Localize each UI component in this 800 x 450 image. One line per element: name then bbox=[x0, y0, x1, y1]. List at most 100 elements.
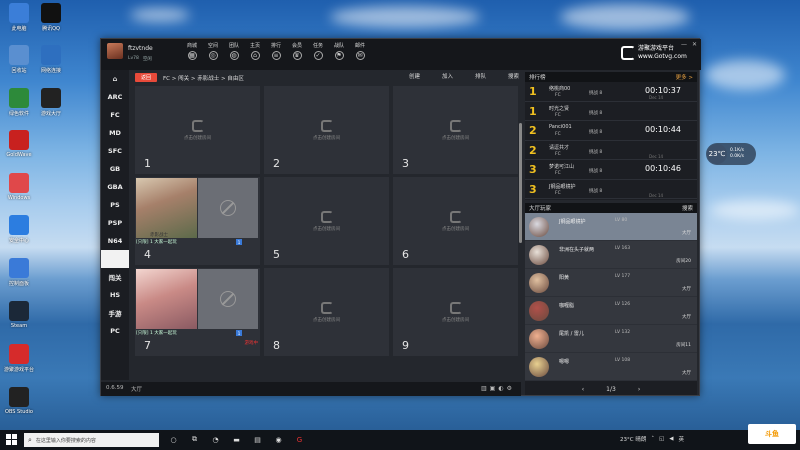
empty-seat[interactable] bbox=[198, 178, 258, 238]
edge-icon[interactable]: ◔ bbox=[210, 434, 221, 445]
platform-item[interactable]: PC bbox=[101, 322, 129, 340]
store-icon[interactable]: ▤ bbox=[252, 434, 263, 445]
chart-icon[interactable]: ▥ bbox=[481, 385, 487, 392]
empty-seat[interactable] bbox=[198, 269, 258, 329]
nav-item-1[interactable]: 空间 ◎ bbox=[204, 42, 222, 60]
ranking-row[interactable]: 3 J钢品眼镜护 FC 挑战 8 Dec 14 bbox=[525, 180, 697, 199]
chevron-up-icon[interactable]: ˄ bbox=[651, 436, 654, 442]
platform-item[interactable]: N64 bbox=[101, 232, 129, 250]
platform-item[interactable]: PSP bbox=[101, 214, 129, 232]
ranking-more-link[interactable]: 更多 > bbox=[676, 73, 693, 81]
settings-icon[interactable]: ⚙ bbox=[507, 385, 512, 392]
weather-status[interactable]: 23°C 晴朗 bbox=[620, 435, 646, 443]
room-slot[interactable]: 赤影战士 [只限] 1 大家一起玩 1 4 bbox=[135, 177, 260, 265]
ranking-row[interactable]: 1 时光之贤 FC 挑战 8 bbox=[525, 102, 697, 121]
cortana-icon[interactable]: ○ bbox=[168, 434, 179, 445]
platform-item[interactable]: GBA bbox=[101, 178, 129, 196]
lobby-player-row[interactable]: 咖喱脂 LV 126 大厅 bbox=[525, 297, 697, 325]
nav-item-2[interactable]: 团队 ◍ bbox=[225, 42, 243, 60]
action-button[interactable]: 搜索 bbox=[508, 72, 519, 80]
action-button[interactable]: 加入 bbox=[442, 72, 453, 80]
minimize-icon[interactable]: — bbox=[681, 41, 687, 48]
close-icon[interactable]: ✕ bbox=[692, 41, 697, 48]
desktop-icon[interactable]: GoldWave bbox=[2, 130, 36, 158]
room-slot[interactable]: [只限] 1 大家一起玩 1 游戏中 7 bbox=[135, 268, 260, 356]
create-room-cta[interactable]: 点击创建房间 bbox=[264, 120, 389, 141]
lobby-player-row[interactable]: 阳黄 LV 177 大厅 bbox=[525, 269, 697, 297]
action-button[interactable]: 排队 bbox=[475, 72, 486, 80]
desktop-icon[interactable]: Windows bbox=[2, 173, 36, 201]
ranking-row[interactable]: 2 Panci001 FC 挑战 8 00:10:44 bbox=[525, 121, 697, 141]
task-view-icon[interactable]: ⧉ bbox=[189, 434, 200, 445]
nav-item-6[interactable]: 任务 ✓ bbox=[309, 42, 327, 60]
ime-indicator[interactable]: 英 bbox=[679, 435, 685, 443]
desktop-icon[interactable]: 网络连接 bbox=[34, 45, 68, 74]
platform-item[interactable]: ARC bbox=[101, 88, 129, 106]
room-slot[interactable]: 点击创建房间 8 bbox=[264, 268, 389, 356]
lobby-player-row[interactable]: 嗯嗯 LV 108 大厅 bbox=[525, 353, 697, 381]
back-button[interactable]: 返回 bbox=[135, 73, 157, 82]
lobby-player-row[interactable]: 非洲在头子就两 LV 163 房间20 bbox=[525, 241, 697, 269]
room-slot[interactable]: 点击创建房间 6 bbox=[393, 177, 518, 265]
desktop-icon[interactable]: 游戏大厅 bbox=[34, 88, 68, 117]
ranking-row[interactable]: 3 梦诺可江山 FC 挑战 8 00:10:46 bbox=[525, 160, 697, 180]
desktop-icon[interactable]: 游聚游戏平台 bbox=[2, 344, 36, 373]
create-room-cta[interactable]: 点击创建房间 bbox=[393, 302, 518, 323]
nav-item-8[interactable]: 邮件 ✉ bbox=[351, 42, 369, 60]
platform-item[interactable]: FC bbox=[101, 106, 129, 124]
ranking-row[interactable]: 2 请逗共才 FC 挑战 8 Dec 14 bbox=[525, 141, 697, 160]
speed-gadget[interactable]: 23℃ 0.1K/s 0.0K/s bbox=[706, 143, 756, 165]
lobby-search-button[interactable]: 搜索 bbox=[682, 204, 693, 212]
room-slot[interactable]: 点击创建房间 3 bbox=[393, 86, 518, 174]
create-room-cta[interactable]: 点击创建房间 bbox=[264, 302, 389, 323]
platform-item[interactable]: HS bbox=[101, 286, 129, 304]
lobby-player-row[interactable]: J钢品眼镜护 LV 80 大厅 bbox=[525, 213, 697, 241]
gotvg-taskbar-icon[interactable]: G bbox=[294, 434, 305, 445]
desktop-icon[interactable]: 腾讯QQ bbox=[34, 3, 68, 32]
nav-item-3[interactable]: 主页 ⌂ bbox=[246, 42, 264, 60]
desktop-icon[interactable]: 绿色软件 bbox=[2, 88, 36, 117]
desktop-icon[interactable]: 回收站 bbox=[2, 45, 36, 74]
platform-item[interactable]: SFC bbox=[101, 142, 129, 160]
create-room-cta[interactable]: 点击创建房间 bbox=[135, 120, 260, 141]
action-button[interactable]: 创建 bbox=[409, 72, 420, 80]
user-status[interactable]: 空闲 bbox=[143, 56, 152, 62]
nav-item-5[interactable]: 会员 ♛ bbox=[288, 42, 306, 60]
platform-item[interactable]: MD bbox=[101, 124, 129, 142]
volume-icon[interactable]: ◀ bbox=[669, 436, 673, 442]
room-slot[interactable]: 点击创建房间 1 bbox=[135, 86, 260, 174]
room-slot[interactable]: 点击创建房间 2 bbox=[264, 86, 389, 174]
next-page-icon[interactable]: › bbox=[638, 386, 640, 393]
desktop-icon[interactable]: Steam bbox=[2, 301, 36, 329]
platform-item[interactable]: 手游 bbox=[101, 304, 129, 322]
chat-icon[interactable]: ▣ bbox=[490, 385, 496, 392]
room-slot[interactable]: 点击创建房间 5 bbox=[264, 177, 389, 265]
lobby-player-row[interactable]: 尾凯 / 雷儿 LV 132 房间11 bbox=[525, 325, 697, 353]
sound-icon[interactable]: ◐ bbox=[498, 385, 503, 392]
create-room-cta[interactable]: 点击创建房间 bbox=[393, 120, 518, 141]
nav-item-4[interactable]: 排行 ≡ bbox=[267, 42, 285, 60]
desktop-icon[interactable]: 此电脑 bbox=[2, 3, 36, 32]
prev-page-icon[interactable]: ‹ bbox=[582, 386, 584, 393]
desktop-icon[interactable]: 安全中心 bbox=[2, 215, 36, 244]
room-slot[interactable]: 点击创建房间 9 bbox=[393, 268, 518, 356]
desktop-icon[interactable]: OBS Studio bbox=[2, 387, 36, 415]
user-avatar[interactable] bbox=[107, 43, 123, 59]
nav-item-0[interactable]: 商城 ▦ bbox=[183, 42, 201, 60]
nav-item-7[interactable]: 战队 ⚑ bbox=[330, 42, 348, 60]
start-icon[interactable] bbox=[6, 434, 17, 445]
network-tray-icon[interactable]: ◱ bbox=[659, 436, 664, 442]
platform-item[interactable]: PS bbox=[101, 196, 129, 214]
room-scrollbar[interactable] bbox=[519, 123, 522, 243]
ranking-row[interactable]: 1 络桃商00 FC 挑战 8 00:10:37 Dec 14 bbox=[525, 82, 697, 102]
platform-item[interactable]: 闯关 bbox=[101, 268, 129, 286]
create-room-cta[interactable]: 点击创建房间 bbox=[264, 211, 389, 232]
taskbar-search[interactable]: ⌕ 在这里输入你要搜索的内容 bbox=[24, 433, 159, 447]
platform-item[interactable]: GB bbox=[101, 160, 129, 178]
desktop-icon[interactable]: 控制面板 bbox=[2, 258, 36, 287]
explorer-icon[interactable]: ▬ bbox=[231, 434, 242, 445]
create-room-cta[interactable]: 点击创建房间 bbox=[393, 211, 518, 232]
platform-item[interactable] bbox=[101, 250, 129, 268]
obs-icon[interactable]: ◉ bbox=[273, 434, 284, 445]
home-icon[interactable]: ⌂ bbox=[101, 70, 129, 88]
